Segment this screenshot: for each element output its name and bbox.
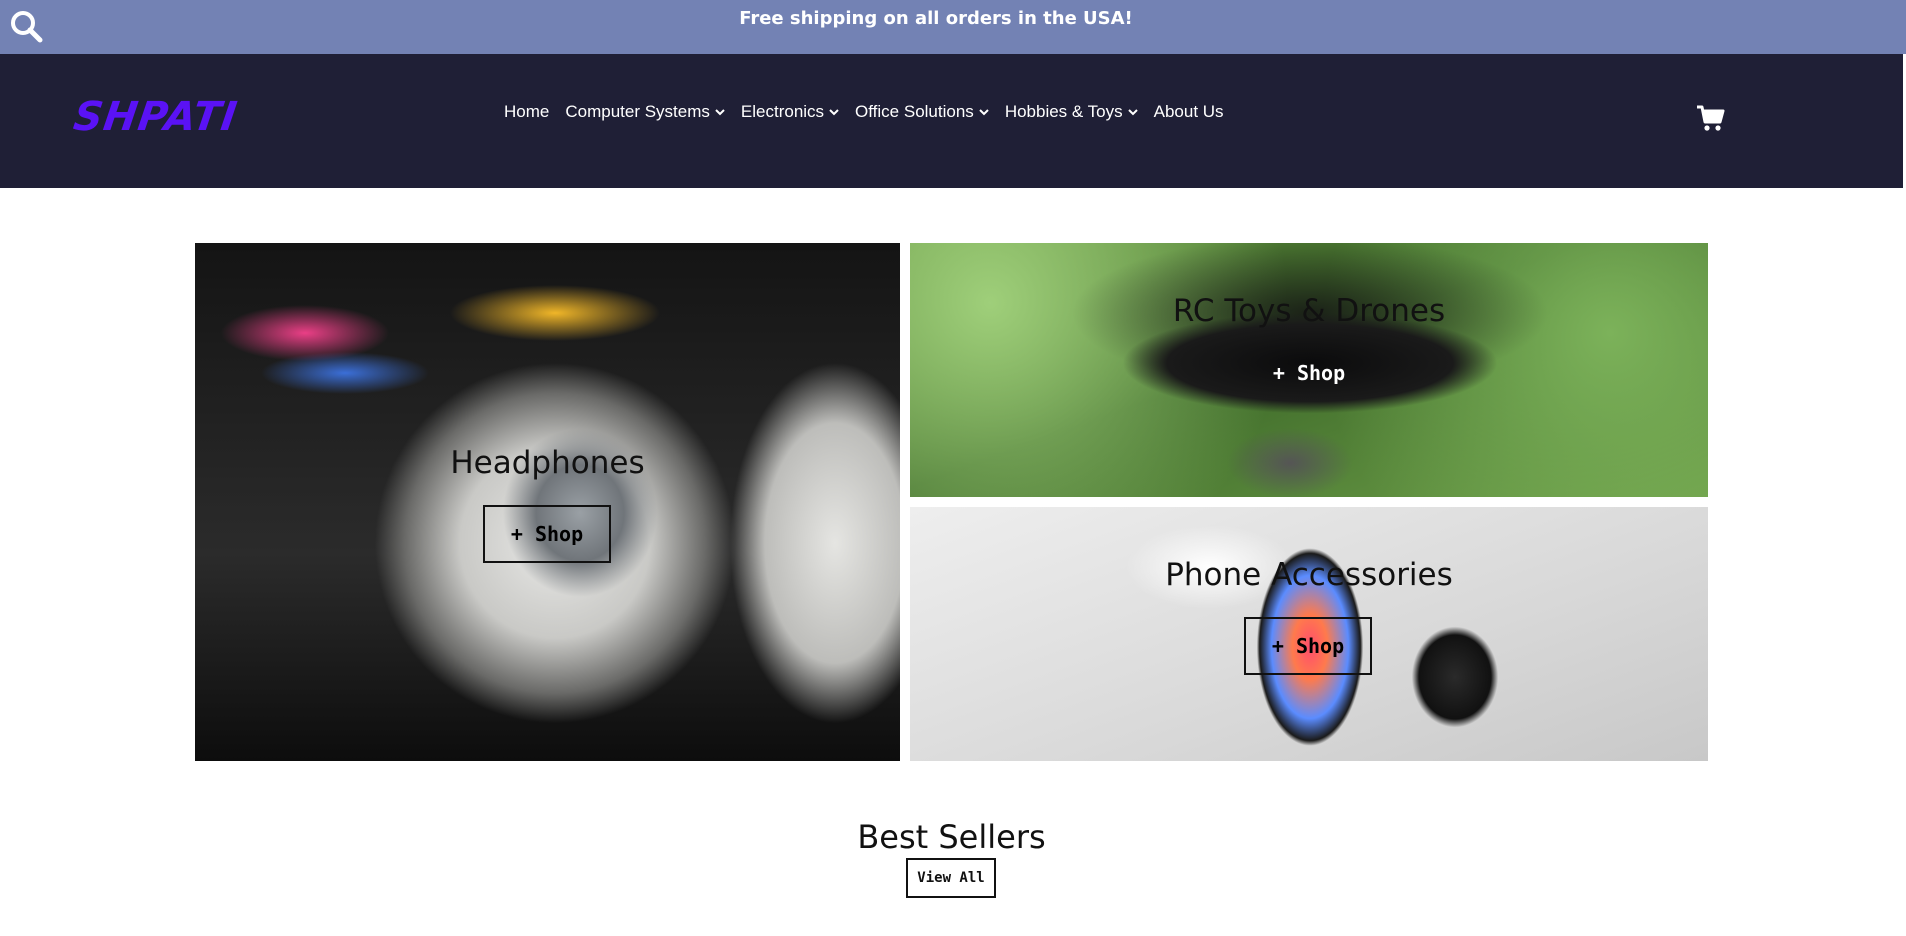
announcement-text: Free shipping on all orders in the USA! <box>739 8 1133 29</box>
category-tile-phone-accessories[interactable]: Phone Accessories + Shop <box>910 507 1708 761</box>
shop-phone-accessories-button[interactable]: + Shop <box>1244 617 1372 675</box>
site-header: SHPATI Home Computer Systems Electronics… <box>0 54 1903 188</box>
nav-item-about-us[interactable]: About Us <box>1154 102 1224 122</box>
tile-title: Phone Accessories <box>1165 557 1453 593</box>
chevron-down-icon <box>715 109 725 116</box>
nav-item-label: Office Solutions <box>855 102 974 121</box>
announcement-bar: Free shipping on all orders in the USA! <box>0 0 1906 54</box>
chevron-down-icon <box>1127 109 1138 116</box>
headphones-image <box>195 243 900 761</box>
nav-item-label: Home <box>504 102 550 121</box>
nav-item-electronics[interactable]: Electronics <box>741 102 839 122</box>
nav-item-label: Computer Systems <box>565 102 710 121</box>
site-logo[interactable]: SHPATI <box>71 94 241 140</box>
category-tile-headphones[interactable]: Headphones + Shop <box>195 243 900 761</box>
nav-item-home[interactable]: Home <box>504 102 549 122</box>
best-sellers-heading: Best Sellers <box>857 818 1046 856</box>
chevron-down-icon <box>829 109 839 116</box>
nav-item-hobbies-toys[interactable]: Hobbies & Toys <box>1005 102 1138 122</box>
chevron-down-icon <box>979 109 989 116</box>
nav-item-computer-systems[interactable]: Computer Systems <box>565 102 725 122</box>
nav-item-label: Hobbies & Toys <box>1004 102 1123 121</box>
tile-title: Headphones <box>450 445 645 481</box>
cart-icon[interactable] <box>1696 104 1726 132</box>
view-all-button[interactable]: View All <box>906 858 996 898</box>
nav-item-label: About Us <box>1153 102 1224 121</box>
main-nav: Home Computer Systems Electronics Office… <box>504 102 1224 122</box>
shop-drones-button[interactable]: + Shop <box>1245 344 1373 402</box>
category-tile-rc-toys-drones[interactable]: RC Toys & Drones + Shop <box>910 243 1708 497</box>
shop-headphones-button[interactable]: + Shop <box>483 505 611 563</box>
nav-item-office-solutions[interactable]: Office Solutions <box>855 102 989 122</box>
tile-title: RC Toys & Drones <box>1172 293 1446 329</box>
nav-item-label: Electronics <box>740 102 825 121</box>
